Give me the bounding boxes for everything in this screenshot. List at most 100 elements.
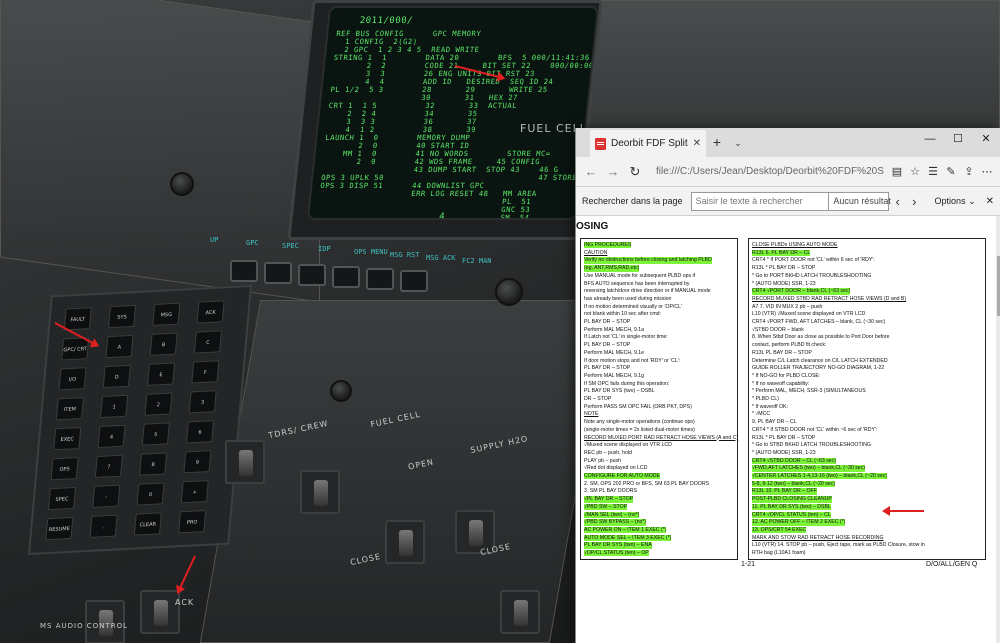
keypad-key[interactable]: +: [180, 480, 209, 504]
notes-pen-icon[interactable]: ✎: [942, 161, 960, 183]
favorites-hub-icon[interactable]: ☰: [924, 161, 942, 183]
keypad-key[interactable]: RESUME: [45, 516, 74, 541]
brightness-knob[interactable]: [170, 172, 194, 196]
procedure-line: POST-PLBD CLOSING CLEANUP: [752, 496, 832, 503]
keypad-key[interactable]: PRO: [178, 509, 207, 534]
keypad-key[interactable]: 5: [141, 422, 170, 446]
keypad-key[interactable]: 8: [139, 452, 168, 476]
etch-label: MS AUDIO CONTROL: [40, 622, 128, 630]
procedure-line: Perform MAL MECH, 9.1g: [584, 372, 645, 379]
find-close-icon[interactable]: ✕: [986, 196, 994, 207]
keypad-key[interactable]: SPEC: [47, 486, 77, 511]
find-prev-icon[interactable]: ‹: [889, 194, 906, 209]
share-icon[interactable]: ⇪: [960, 161, 978, 183]
tab-menu-icon[interactable]: ⌄: [728, 130, 748, 157]
keypad-key[interactable]: ITEM: [55, 397, 84, 421]
procedure-line: CRT4 * If STBD DOOR not 'CL' within ~6 s…: [752, 426, 878, 433]
keypad-key[interactable]: 7: [94, 454, 123, 479]
keypad-key[interactable]: MSG RESET: [152, 302, 181, 326]
keypad-key[interactable]: 2: [144, 392, 173, 416]
procedure-line: A7 7. VID IN MUX 2 pb – push: [752, 303, 823, 310]
toggle-switch[interactable]: [140, 590, 180, 634]
procedure-line: 11. PL BAY DR SYS (two) – DSBL: [752, 503, 831, 511]
panel-knob[interactable]: [330, 380, 352, 402]
keypad-key[interactable]: E: [147, 362, 176, 386]
procedure-line: √OP/CL STATUS (ten) – OP: [584, 550, 649, 557]
procedure-line: Note any single-motor operations (contin…: [584, 419, 695, 426]
window-controls: — ☐ ✕: [916, 128, 1000, 152]
keypad-key[interactable]: CLEAR: [133, 512, 162, 536]
close-window-button[interactable]: ✕: [972, 128, 1000, 152]
find-options-button[interactable]: Options ⌄: [935, 196, 976, 207]
procedure-line: * Go to PORT BKHD LATCH TROUBLESHOOTING: [752, 272, 872, 279]
mdu-knob[interactable]: [495, 278, 523, 306]
keypad-key[interactable]: B: [149, 332, 178, 356]
more-menu-icon[interactable]: ⋯: [978, 161, 996, 183]
find-next-icon[interactable]: ›: [906, 194, 923, 209]
procedure-line: Perform MAL MECH, 9.1e: [584, 349, 645, 356]
keypad-key[interactable]: SYS SUMM: [108, 304, 137, 329]
new-tab-button[interactable]: +: [706, 130, 728, 157]
minimize-button[interactable]: —: [916, 128, 944, 152]
procedure-line: If no motion determined visually or 'OP/…: [584, 303, 682, 310]
keypad-key[interactable]: EXEC: [53, 427, 82, 451]
procedure-line: CAUTION: [584, 249, 608, 256]
toggle-switch[interactable]: [225, 440, 265, 484]
keypad-key[interactable]: 1: [100, 394, 129, 419]
procedure-line: (eg, ANT,RMS,RAD,etc): [584, 265, 640, 272]
right-panel-upper: [560, 0, 1000, 140]
softkey-5[interactable]: [366, 268, 394, 290]
tab-title: Deorbit FDF Split - ann: [611, 138, 689, 149]
softkey-4[interactable]: [332, 266, 360, 288]
keypad-key[interactable]: 4: [97, 424, 126, 449]
keypad-key[interactable]: 3: [188, 390, 217, 414]
keypad-key[interactable]: OPS: [50, 456, 79, 481]
toggle-switch[interactable]: [500, 590, 540, 634]
keypad-key[interactable]: ACK: [196, 300, 225, 324]
reading-view-icon[interactable]: ▤: [888, 161, 906, 183]
keypad-key[interactable]: FAULT SUMM: [63, 307, 92, 331]
softkey-3[interactable]: [298, 264, 326, 286]
procedure-line: PL BAY DR – STOP: [584, 342, 631, 349]
pdf-viewer[interactable]: OSING ING PROCEDURES CAUTION Verify no obs…: [576, 216, 1000, 643]
procedure-line: RECORD MUXED PORT RAD RETRACT HOSE VIEWS…: [584, 434, 739, 441]
procedure-line: MARK AND STOW RAD RETRACT HOSE RECORDING: [752, 534, 884, 541]
find-input[interactable]: Saisir le texte à rechercher: [690, 191, 830, 211]
procedure-line: √CENTER LATCHES 1-4,13-16 (two) – blank,…: [752, 473, 888, 480]
keypad-key[interactable]: F: [191, 360, 220, 384]
softkey-1[interactable]: [230, 260, 258, 282]
keypad-key[interactable]: 9: [183, 450, 212, 474]
keypad-key[interactable]: 0: [136, 482, 165, 506]
back-icon[interactable]: ←: [580, 161, 602, 183]
procedure-line: * Go to STBD BKHD LATCH TROUBLESHOOTING: [752, 442, 871, 449]
keypad-key[interactable]: A: [105, 334, 134, 359]
url-field[interactable]: file:///C:/Users/Jean/Desktop/Deorbit%20…: [650, 161, 884, 183]
maximize-button[interactable]: ☐: [944, 128, 972, 152]
tab-deorbit-fdf[interactable]: Deorbit FDF Split - ann ✕: [590, 130, 706, 157]
toggle-switch[interactable]: [385, 520, 425, 564]
favorite-star-icon[interactable]: ☆: [906, 161, 924, 183]
keypad-key[interactable]: C: [193, 330, 223, 354]
annotation-arrow: [884, 510, 924, 512]
keypad-key[interactable]: GPC/ CRT: [61, 337, 90, 361]
procedure-line: If door motion stops and not 'RDY' or 'C…: [584, 357, 681, 364]
procedure-line: 9. PL BAY DR – CL: [752, 419, 797, 426]
pdf-scrollbar[interactable]: [996, 216, 1000, 643]
keypad-key[interactable]: 6: [185, 420, 215, 444]
keypad-key[interactable]: -: [92, 484, 121, 508]
keypad-key[interactable]: .: [89, 514, 118, 538]
keypad-key[interactable]: I/O RESET: [58, 367, 87, 391]
procedure-line: reversing latch/door drive direction or …: [584, 288, 711, 295]
procedure-line: CLOSE PLBDs USING AUTO MODE: [752, 242, 838, 248]
procedure-line: √PBD SW – STOP: [584, 503, 628, 511]
close-tab-icon[interactable]: ✕: [693, 138, 701, 149]
softkey-2[interactable]: [264, 262, 292, 284]
screen: 2011/000/REF BUS CONFIG GPC MEMORY 1 CON…: [0, 0, 1000, 643]
softkey-6[interactable]: [400, 270, 428, 292]
procedure-line: R13L * PL BAY DR – STOP: [752, 265, 816, 272]
doc-footer: D/O/ALL/GEN Q: [926, 561, 978, 568]
toggle-switch[interactable]: [300, 470, 340, 514]
forward-icon[interactable]: →: [602, 161, 624, 183]
refresh-icon[interactable]: ↻: [624, 161, 646, 183]
keypad-key[interactable]: D: [102, 364, 131, 389]
